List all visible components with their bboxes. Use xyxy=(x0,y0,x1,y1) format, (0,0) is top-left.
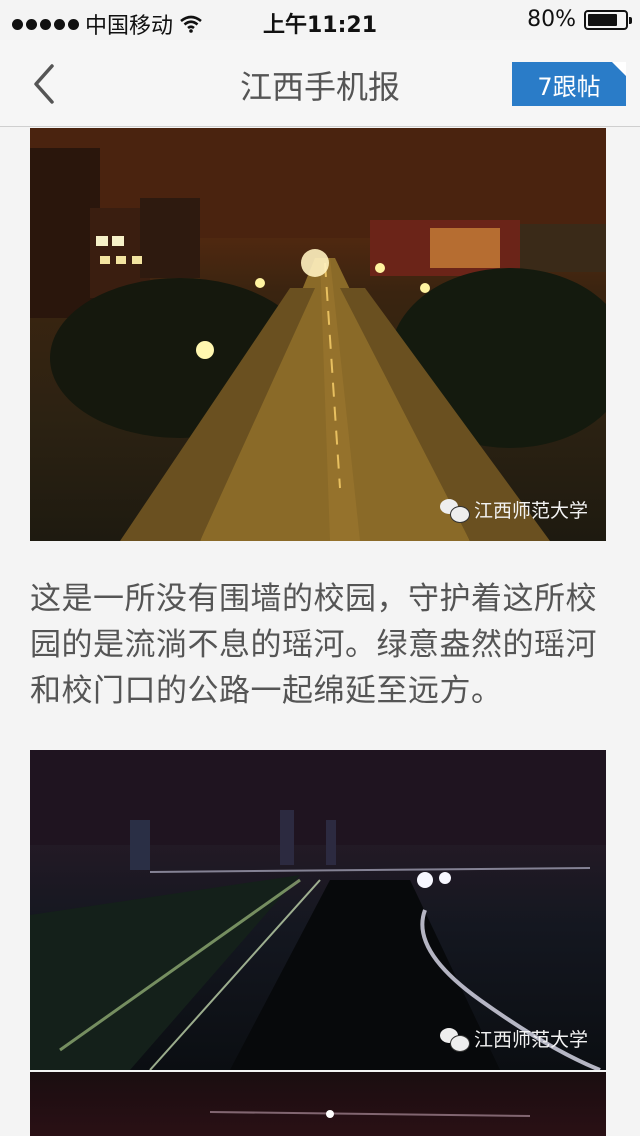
battery-icon xyxy=(584,9,632,30)
campus-road-night-image xyxy=(30,128,606,541)
photo-watermark: 江西师范大学 xyxy=(439,1025,588,1052)
battery-status: 80% xyxy=(527,7,632,32)
wechat-icon xyxy=(439,1027,470,1052)
photo-watermark: 江西师范大学 xyxy=(439,496,588,523)
aerial-river-night-image xyxy=(30,750,606,1070)
wechat-icon xyxy=(439,498,470,523)
battery-percent: 80% xyxy=(527,7,576,32)
article-photo[interactable]: 江西师范大学 xyxy=(30,750,606,1070)
article-paragraph: 这是一所没有围墙的校园，守护着这所校园的是流淌不息的瑶河。绿意盎然的瑶河和校门口… xyxy=(30,581,597,709)
article-photo[interactable] xyxy=(30,1072,606,1136)
watermark-text: 江西师范大学 xyxy=(473,500,588,522)
article-photo[interactable]: 江西师范大学 xyxy=(30,128,606,541)
night-city-image xyxy=(209,1110,531,1118)
watermark-text: 江西师范大学 xyxy=(473,1029,588,1051)
comments-button[interactable]: 7跟帖 xyxy=(512,62,626,106)
navigation-bar: 江西手机报 7跟帖 xyxy=(0,40,640,127)
status-bar: 中国移动 上午11:21 80% xyxy=(0,0,640,40)
